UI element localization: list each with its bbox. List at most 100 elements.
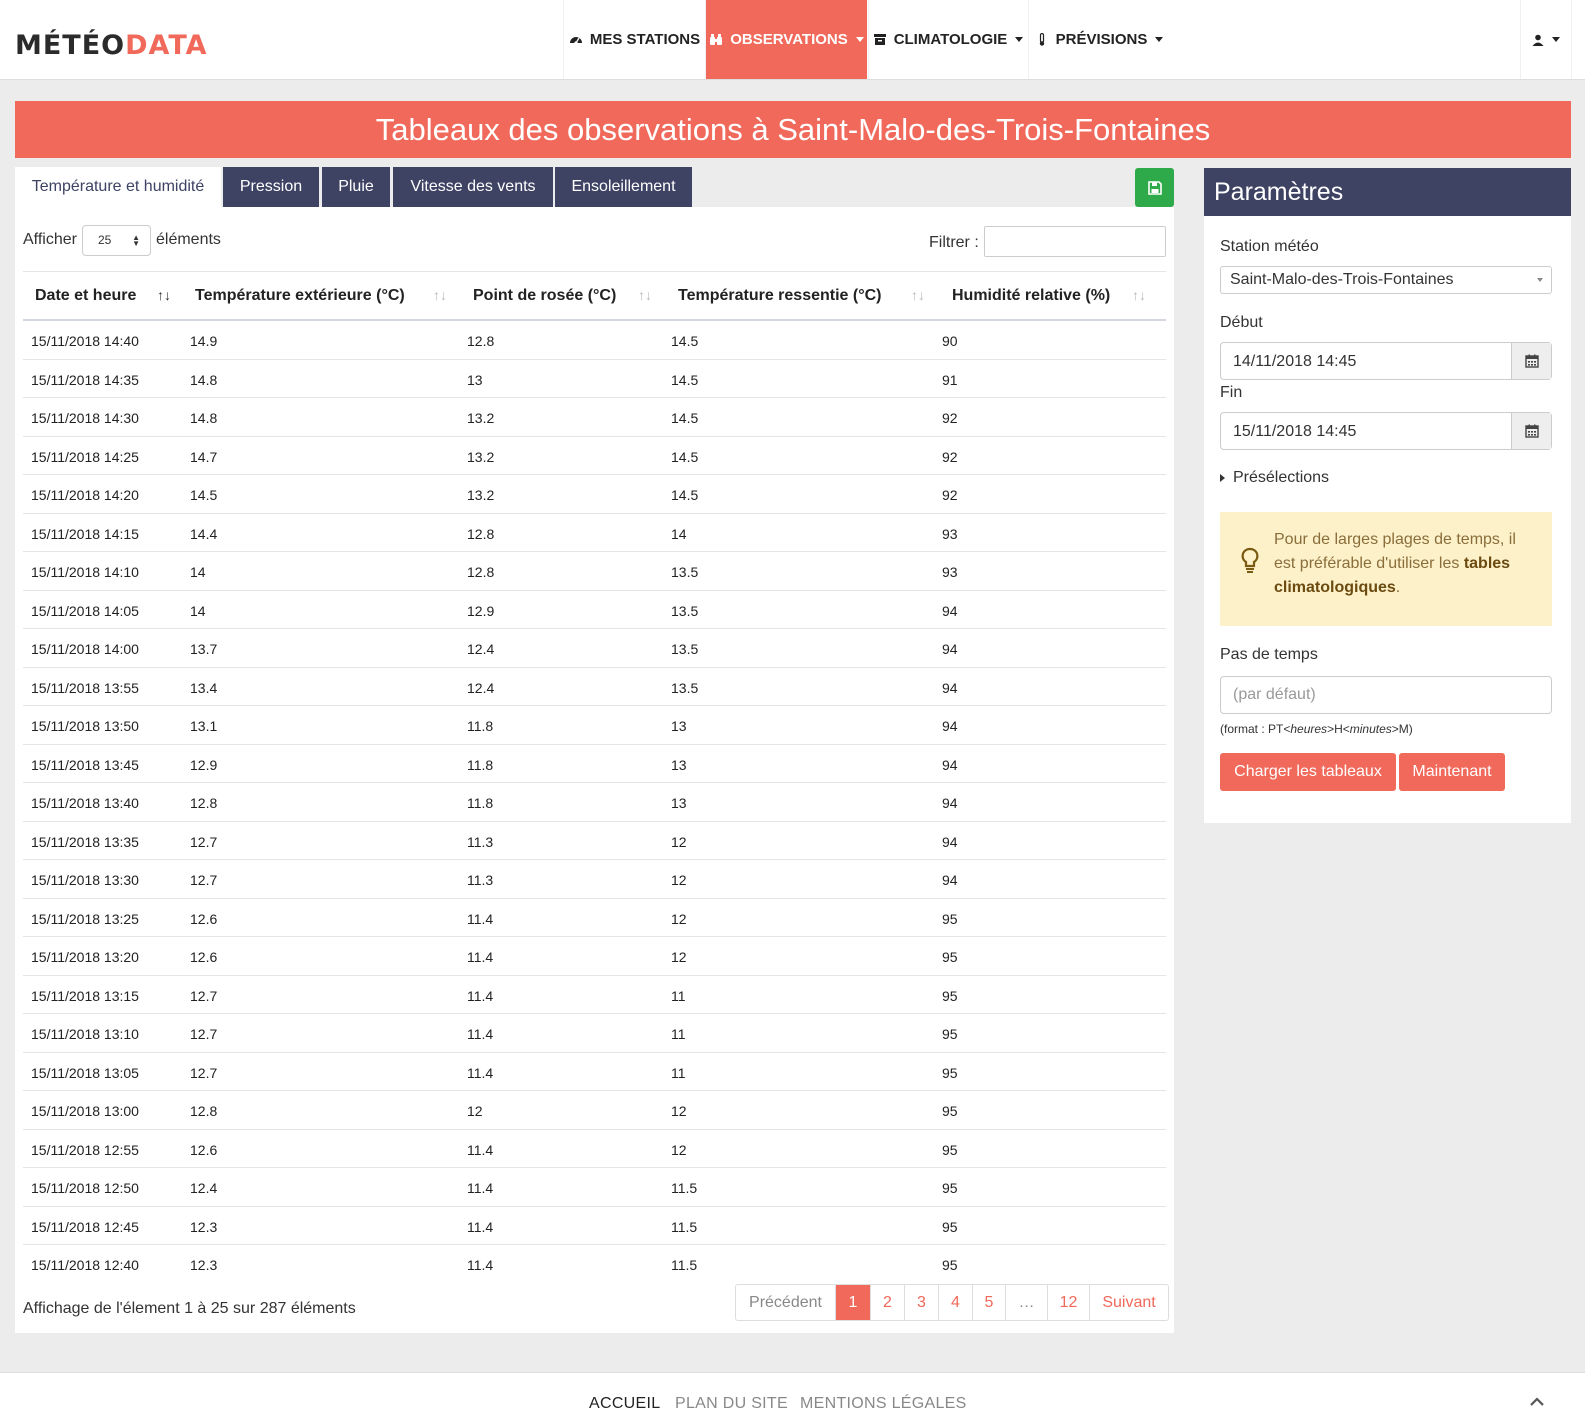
col-point-rosee-label: Point de rosée (°C): [473, 287, 617, 304]
cell-temp-ext: 14.9: [190, 333, 218, 349]
pagination-page[interactable]: 12: [1047, 1285, 1089, 1320]
now-button[interactable]: Maintenant: [1399, 753, 1505, 791]
cell-date: 15/11/2018 14:15: [31, 525, 139, 542]
chevron-down-icon: [1552, 37, 1560, 42]
tab-temperature-humidite[interactable]: Température et humidité: [15, 167, 221, 207]
table-row: 15/11/2018 12:50 12.4 11.4 11.5 95: [23, 1168, 1166, 1207]
footer-link-plan-du-site[interactable]: PLAN DU SITE: [675, 1395, 788, 1413]
tab-pression[interactable]: Pression: [223, 167, 319, 207]
nav-climatologie[interactable]: CLIMATOLOGIE: [868, 0, 1027, 79]
cell-feels-like: 11.5: [671, 1180, 698, 1196]
nav-observations[interactable]: OBSERVATIONS: [705, 0, 867, 79]
cell-feels-like: 13.5: [671, 679, 699, 696]
filter-input[interactable]: [984, 226, 1166, 257]
table-row: 15/11/2018 13:55 13.4 12.4 13.5 94: [23, 668, 1166, 706]
pagination-page[interactable]: 2: [870, 1285, 904, 1320]
col-temperature-exterieure[interactable]: Température extérieure (°C): [195, 272, 455, 320]
cell-feels-like: 12: [671, 833, 687, 850]
user-menu[interactable]: [1520, 0, 1572, 79]
footer-link-mentions-legales[interactable]: MENTIONS LÉGALES: [800, 1395, 967, 1413]
cell-humidity: 91: [942, 371, 958, 388]
sort-icon[interactable]: ↑↓: [638, 287, 652, 303]
cell-dew-point: 12.9: [467, 602, 495, 619]
cell-temp-ext: 14.8: [190, 410, 218, 426]
table-row: 15/11/2018 14:20 14.5 13.2 14.5 92: [23, 475, 1166, 514]
sort-desc-icon[interactable]: ↑↓: [157, 287, 171, 303]
sort-icon[interactable]: ↑↓: [433, 287, 447, 303]
col-humidite-relative[interactable]: Humidité relative (%): [952, 272, 1142, 320]
nav-observations-label: OBSERVATIONS: [730, 31, 848, 48]
cell-date: 15/11/2018 13:55: [31, 679, 139, 696]
table-row: 15/11/2018 13:25 12.6 11.4 12 95: [23, 899, 1166, 937]
archive-icon: [873, 34, 886, 45]
station-select[interactable]: Saint-Malo-des-Trois-Fontaines: [1220, 266, 1552, 294]
nav-mes-stations-label: MES STATIONS: [589, 31, 701, 48]
cell-feels-like: 12: [671, 1103, 687, 1119]
cell-temp-ext: 13.7: [190, 641, 218, 657]
cell-feels-like: 11.5: [671, 1218, 698, 1235]
pagination-page[interactable]: 4: [938, 1285, 972, 1320]
table-row: 15/11/2018 14:25 14.7 13.2 14.5 92: [23, 437, 1166, 475]
tab-vitesse-vents[interactable]: Vitesse des vents: [393, 167, 553, 207]
cell-date: 15/11/2018 13:25: [31, 910, 139, 927]
save-button[interactable]: [1135, 168, 1174, 207]
pagination-page[interactable]: 5: [972, 1285, 1005, 1320]
pagination: Précédent 1 2 3 4 5 … 12 Suivant: [735, 1284, 1169, 1321]
tab-pluie[interactable]: Pluie: [322, 167, 390, 207]
station-label: Station météo: [1220, 238, 1319, 255]
cell-dew-point: 12.8: [467, 564, 495, 580]
time-step-input[interactable]: (par défaut): [1220, 676, 1552, 714]
brand-logo-part1: MÉTÉO: [15, 30, 126, 61]
thermometer-icon: [1039, 33, 1044, 46]
cell-dew-point: 11.8: [467, 718, 494, 734]
pagination-next[interactable]: Suivant: [1089, 1285, 1168, 1320]
cell-humidity: 93: [942, 564, 958, 580]
col-point-rosee[interactable]: Point de rosée (°C): [473, 272, 653, 320]
cell-humidity: 90: [942, 333, 958, 349]
brand-logo[interactable]: MÉTÉODATA: [15, 30, 208, 62]
user-icon: [1532, 34, 1544, 46]
nav-mes-stations[interactable]: MES STATIONS: [563, 0, 705, 79]
col-temperature-ressentie[interactable]: Température ressentie (°C): [678, 272, 918, 320]
chevron-down-icon: [1015, 37, 1024, 42]
alert-text: Pour de larges plages de temps, il est p…: [1274, 528, 1536, 600]
table-row: 15/11/2018 13:15 12.7 11.4 11 95: [23, 976, 1166, 1014]
tab-ensoleillement[interactable]: Ensoleillement: [555, 167, 692, 207]
calendar-icon[interactable]: [1511, 343, 1551, 379]
cell-humidity: 95: [942, 910, 958, 927]
page-length-suffix: éléments: [156, 231, 221, 248]
col-temperature-exterieure-label: Température extérieure (°C): [195, 287, 405, 304]
nav-previsions[interactable]: PRÉVISIONS: [1028, 0, 1169, 79]
cell-feels-like: 14.5: [671, 448, 699, 465]
col-date-heure-label: Date et heure: [35, 287, 137, 304]
chevron-up-icon[interactable]: [1530, 1397, 1544, 1407]
step-label: Pas de temps: [1220, 646, 1318, 663]
start-date-field[interactable]: 14/11/2018 14:45: [1220, 342, 1552, 380]
cell-feels-like: 11: [671, 1026, 686, 1042]
presets-toggle[interactable]: Présélections: [1220, 469, 1329, 487]
sort-icon[interactable]: ↑↓: [911, 287, 925, 303]
cell-feels-like: 14.5: [671, 333, 699, 349]
table-row: 15/11/2018 13:45 12.9 11.8 13 94: [23, 745, 1166, 783]
cell-humidity: 95: [942, 1026, 958, 1042]
info-alert: Pour de larges plages de temps, il est p…: [1220, 512, 1552, 626]
table-row: 15/11/2018 13:10 12.7 11.4 11 95: [23, 1014, 1166, 1053]
cell-humidity: 92: [942, 410, 958, 426]
footer-link-accueil[interactable]: ACCUEIL: [589, 1395, 660, 1413]
cell-date: 15/11/2018 14:25: [31, 448, 139, 465]
cell-dew-point: 12.4: [467, 641, 495, 657]
pagination-previous[interactable]: Précédent: [736, 1285, 835, 1320]
sort-icon[interactable]: ↑↓: [1132, 287, 1146, 303]
pagination-page[interactable]: 1: [835, 1285, 870, 1320]
nav-previsions-label: PRÉVISIONS: [1055, 31, 1148, 48]
cell-dew-point: 11.4: [467, 987, 494, 1004]
page-length-select[interactable]: 25 ▲ ▼: [82, 225, 151, 256]
pagination-page[interactable]: 3: [904, 1285, 938, 1320]
help-part: >M): [1391, 722, 1413, 736]
load-tables-button[interactable]: Charger les tableaux: [1220, 753, 1396, 791]
cell-feels-like: 13.5: [671, 641, 699, 657]
cell-humidity: 95: [942, 1064, 958, 1081]
table-row: 15/11/2018 13:30 12.7 11.3 12 94: [23, 860, 1166, 899]
calendar-icon[interactable]: [1511, 413, 1551, 449]
end-date-field[interactable]: 15/11/2018 14:45: [1220, 412, 1552, 450]
